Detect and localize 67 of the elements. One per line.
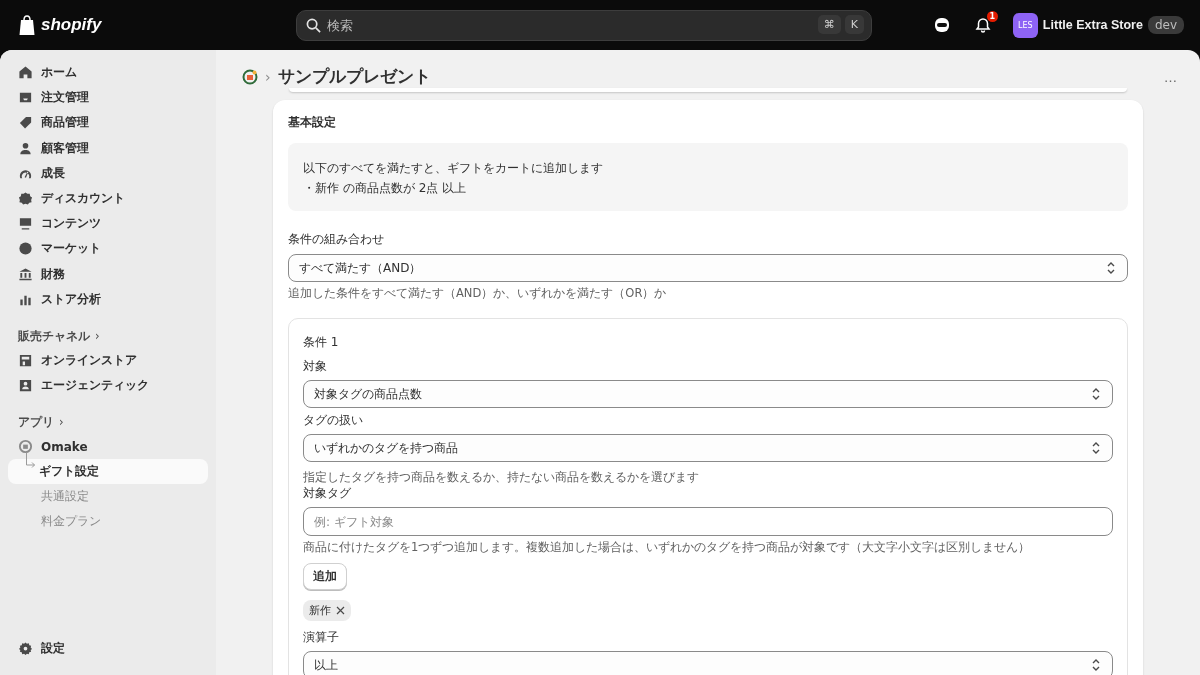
nav-item[interactable]: エージェンティック: [10, 373, 208, 399]
nav-item[interactable]: ホーム: [10, 60, 208, 86]
logo-text[interactable]: shopify: [41, 15, 102, 35]
sub-nav-item[interactable]: ギフト設定: [8, 459, 208, 485]
field-label: 条件の組み合わせ: [288, 231, 385, 248]
nav-item[interactable]: 商品管理: [10, 110, 208, 136]
condition-title: 条件 1: [303, 334, 340, 351]
nav-icon: [18, 191, 33, 207]
tag-input-field[interactable]: 例: ギフト対象: [303, 507, 1113, 536]
tag-label: 新作: [309, 603, 331, 618]
select-arrows-icon: [1106, 261, 1116, 275]
select-arrows-icon: [1091, 658, 1101, 672]
nav-item[interactable]: 財務: [10, 261, 208, 287]
section-heading[interactable]: アプリ: [18, 415, 54, 430]
add-button[interactable]: 追加: [303, 563, 347, 590]
nav-icon: [18, 115, 33, 131]
more-actions-button[interactable]: …: [1164, 69, 1178, 85]
field-label: 対象タグ: [303, 485, 352, 502]
field-label: 対象: [303, 358, 328, 375]
search-icon: [306, 17, 321, 33]
nav-item[interactable]: コンテンツ: [10, 211, 208, 237]
nav-icon: [18, 65, 33, 81]
card-title: 基本設定: [288, 114, 337, 131]
notifications-bell-icon[interactable]: [974, 17, 991, 33]
chevron-icon: ›: [59, 415, 64, 430]
help-text: 指定したタグを持つ商品を数えるか、持たない商品を数えるかを選びます: [303, 470, 700, 485]
help-text: 追加した条件をすべて満たす（AND）か、いずれかを満たす（OR）か: [288, 286, 668, 301]
field-label: タグの扱い: [303, 412, 364, 429]
app-icon: [18, 439, 33, 455]
summary-text: ・新作 の商品点数が 2点 以上: [303, 180, 468, 197]
summary-text: 以下のすべてを満たすと、ギフトをカートに追加します: [303, 160, 604, 177]
section-heading[interactable]: 販売チャネル: [18, 328, 90, 343]
nav-item[interactable]: ストア分析: [10, 286, 208, 312]
nav-item[interactable]: 設定: [10, 635, 208, 661]
help-text: 商品に付けたタグを1つずつ追加します。複数追加した場合は、いずれかのタグを持つ商品が対象です（大文字小文字は区別しません）: [303, 540, 1032, 555]
shopping-bag-icon: [18, 14, 36, 36]
gift-app-icon: [242, 69, 258, 85]
notification-count: 1: [986, 11, 998, 22]
nav-icon: [18, 241, 33, 257]
select-arrows-icon: [1091, 441, 1101, 455]
nav-item[interactable]: オンラインストア: [10, 347, 208, 374]
nav-item[interactable]: 顧客管理: [10, 135, 208, 161]
nav-icon: [18, 216, 33, 232]
nav-item[interactable]: マーケット: [10, 236, 208, 262]
select-field[interactable]: 以上: [303, 651, 1113, 675]
nav-icon: [18, 352, 33, 368]
remove-icon[interactable]: [336, 606, 345, 615]
nav-icon: [18, 266, 33, 282]
settings-icon: [18, 640, 33, 656]
nav-item[interactable]: ディスカウント: [10, 185, 208, 212]
chevron-icon: ›: [95, 328, 100, 343]
page-title: サンプルプレゼント: [277, 66, 431, 88]
select-arrows-icon: [1091, 387, 1101, 401]
nav-icon: [18, 378, 33, 394]
field-label: 演算子: [303, 629, 340, 646]
store-menu[interactable]: LES Little Extra Store dev: [1012, 12, 1184, 38]
nav-item[interactable]: Omake: [10, 434, 208, 460]
store-name: Little Extra Store: [1042, 18, 1143, 32]
select-field[interactable]: いずれかのタグを持つ商品: [303, 434, 1113, 462]
breadcrumb-separator: ›: [265, 69, 271, 85]
select-field[interactable]: すべて満たす（AND）: [288, 254, 1128, 282]
nav-item[interactable]: 成長: [10, 160, 208, 186]
store-badge: dev: [1147, 16, 1184, 34]
select-field[interactable]: 対象タグの商品点数: [303, 380, 1113, 408]
nav-item[interactable]: 注文管理: [10, 85, 208, 111]
nav-icon: [18, 140, 33, 156]
store-avatar: LES: [1012, 12, 1038, 38]
